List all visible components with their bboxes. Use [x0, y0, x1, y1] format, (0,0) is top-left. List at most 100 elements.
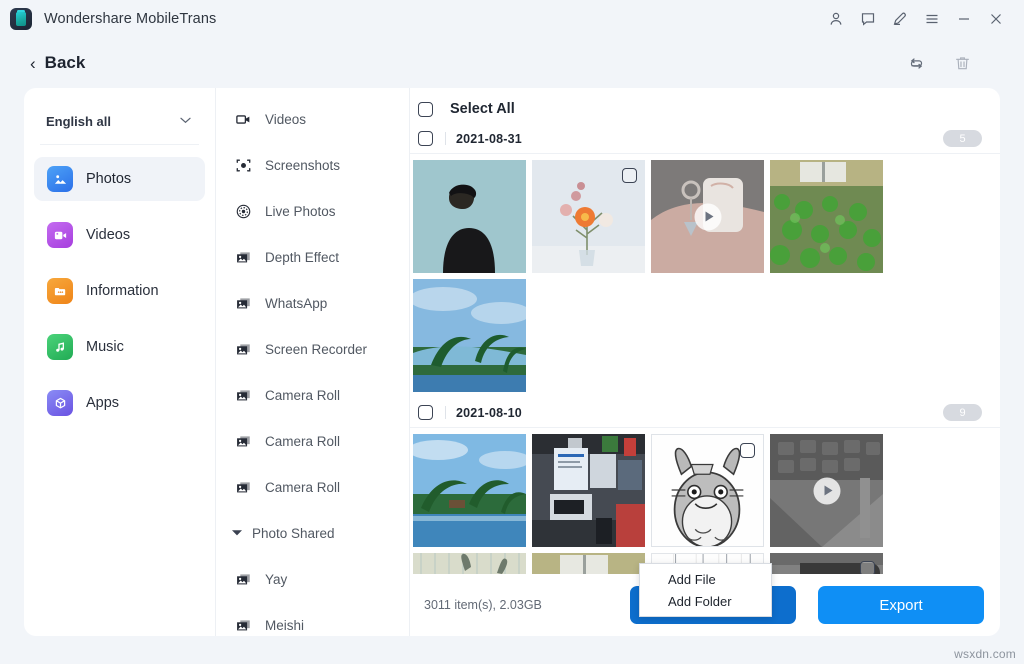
photo-stack-icon [235, 387, 252, 404]
photo-stack-icon [235, 571, 252, 588]
photo-stack-icon [235, 479, 252, 496]
account-icon[interactable] [820, 3, 852, 35]
thumbnail-tropical-island-beach[interactable] [413, 434, 526, 547]
sidebar-divider [40, 144, 199, 145]
watermark: wsxdn.com [954, 647, 1016, 661]
date-group-checkbox[interactable] [418, 405, 433, 420]
thumbnail-portrait-man-black-top[interactable] [413, 160, 526, 273]
album-group-photo-shared[interactable]: Photo Shared [216, 510, 409, 556]
thumbnail-totoro-rain-painting[interactable] [413, 553, 526, 574]
app-window: Wondershare MobileTrans [0, 0, 1024, 664]
album-item-screen-recorder[interactable]: Screen Recorder [216, 326, 409, 372]
divider [445, 132, 446, 145]
album-label: Yay [265, 572, 287, 587]
divider [445, 406, 446, 419]
photo-stack-icon [235, 341, 252, 358]
album-item-whatsapp[interactable]: WhatsApp [216, 280, 409, 326]
album-item-camera-roll-1[interactable]: Camera Roll [216, 372, 409, 418]
thumbnail-green-leaves-pavement[interactable] [770, 160, 883, 273]
sidebar-item-videos[interactable]: Videos [34, 213, 205, 257]
chevron-left-icon: ‹ [30, 55, 36, 72]
date-group-checkbox[interactable] [418, 131, 433, 146]
thumbnail-checkbox[interactable] [622, 168, 637, 183]
date-label: 2021-08-31 [456, 132, 522, 146]
album-label: Meishi [265, 618, 304, 633]
sidebar: English all Photos Videos [24, 88, 215, 636]
play-icon [813, 477, 840, 504]
photo-browser: Select All 2021-08-31 5 [409, 88, 1000, 636]
date-group-header[interactable]: 2021-08-31 5 [410, 124, 1000, 154]
album-label: Live Photos [265, 204, 336, 219]
screenshot-icon [235, 157, 252, 174]
album-item-yay[interactable]: Yay [216, 556, 409, 602]
close-icon[interactable] [980, 3, 1012, 35]
item-count-label: 3011 item(s), 2.03GB [424, 598, 542, 612]
album-label: Camera Roll [265, 388, 340, 403]
thumbnail-grid: 01 02 03 [410, 428, 1000, 574]
album-item-camera-roll-3[interactable]: Camera Roll [216, 464, 409, 510]
thumbnail-dark-keyboard-closeup[interactable] [770, 434, 883, 547]
back-label: Back [45, 53, 86, 73]
menu-icon[interactable] [916, 3, 948, 35]
date-count-badge: 9 [943, 404, 982, 421]
thumbnail-checkbox[interactable] [740, 443, 755, 458]
delete-trash-icon[interactable] [950, 51, 974, 75]
sidebar-item-label: Music [86, 339, 124, 355]
chevron-down-icon [180, 115, 191, 127]
edit-icon[interactable] [884, 3, 916, 35]
photo-scroll-area: Select All 2021-08-31 5 [410, 88, 1000, 574]
sidebar-item-music[interactable]: Music [34, 325, 205, 369]
album-label: Videos [265, 112, 306, 127]
album-item-meishi[interactable]: Meishi [216, 602, 409, 636]
album-list: Videos Screenshots Live Photos Depth Eff… [215, 88, 409, 636]
thumbnail-palm-trees-beach[interactable] [413, 279, 526, 392]
information-icon [47, 278, 73, 304]
back-bar: ‹ Back [0, 38, 1024, 88]
select-all-row[interactable]: Select All [410, 94, 1000, 124]
photo-stack-icon [235, 295, 252, 312]
photo-stack-icon [235, 249, 252, 266]
video-camera-icon [235, 111, 252, 128]
thumbnail-grey-device-closeup[interactable] [770, 553, 883, 574]
album-item-camera-roll-2[interactable]: Camera Roll [216, 418, 409, 464]
main-card: English all Photos Videos [24, 88, 1000, 636]
date-count-badge: 5 [943, 130, 982, 147]
select-all-checkbox[interactable] [418, 102, 433, 117]
album-label: WhatsApp [265, 296, 327, 311]
feedback-icon[interactable] [852, 3, 884, 35]
album-item-videos[interactable]: Videos [216, 96, 409, 142]
thumbnail-office-desk-monitors[interactable] [532, 434, 645, 547]
app-title: Wondershare MobileTrans [44, 11, 216, 27]
thumbnail-checkbox[interactable] [860, 561, 875, 574]
album-group-label: Photo Shared [252, 526, 335, 541]
date-group-header[interactable]: 2021-08-10 9 [410, 398, 1000, 428]
mobiletrans-logo-icon [10, 8, 32, 30]
apps-icon [47, 390, 73, 416]
sidebar-item-photos[interactable]: Photos [34, 157, 205, 201]
sidebar-item-information[interactable]: Information [34, 269, 205, 313]
export-button[interactable]: Export [818, 586, 984, 624]
context-menu-item-add-file[interactable]: Add File [640, 568, 771, 590]
album-label: Camera Roll [265, 480, 340, 495]
thumbnail-green-leaves-window[interactable] [532, 553, 645, 574]
minimize-icon[interactable] [948, 3, 980, 35]
sidebar-item-label: Videos [86, 227, 130, 243]
back-bar-tools [904, 51, 974, 75]
thumbnail-hand-holding-airpods-case[interactable] [651, 160, 764, 273]
refresh-sync-icon[interactable] [904, 51, 928, 75]
sidebar-item-apps[interactable]: Apps [34, 381, 205, 425]
sidebar-item-label: Information [86, 283, 159, 299]
videos-icon [47, 222, 73, 248]
album-item-depth-effect[interactable]: Depth Effect [216, 234, 409, 280]
photo-stack-icon [235, 433, 252, 450]
thumbnail-totoro-sketch[interactable] [651, 434, 764, 547]
title-bar: Wondershare MobileTrans [0, 0, 1024, 38]
album-item-live-photos[interactable]: Live Photos [216, 188, 409, 234]
window-controls [820, 0, 1024, 38]
language-selector[interactable]: English all [40, 106, 199, 136]
back-button[interactable]: ‹ Back [30, 53, 85, 73]
thumbnail-grid [410, 154, 1000, 392]
thumbnail-flower-vase[interactable] [532, 160, 645, 273]
context-menu-item-add-folder[interactable]: Add Folder [640, 590, 771, 612]
album-item-screenshots[interactable]: Screenshots [216, 142, 409, 188]
